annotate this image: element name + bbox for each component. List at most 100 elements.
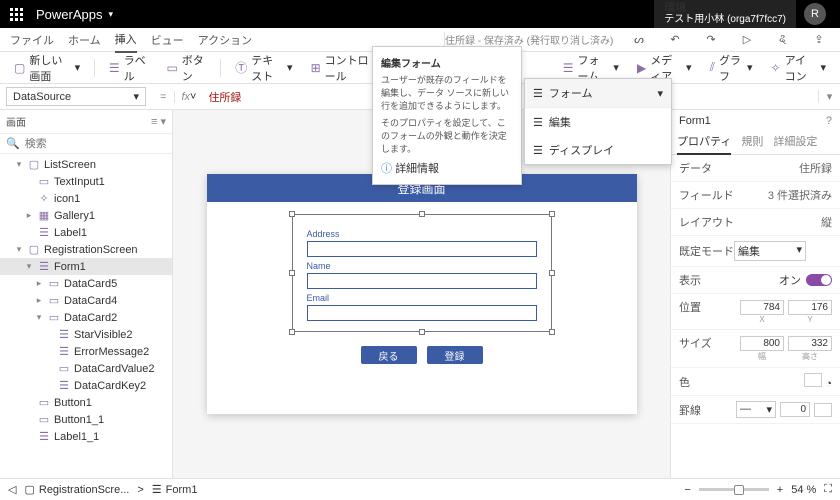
zoom-out-icon[interactable]: − [684, 484, 690, 496]
tab-rules[interactable]: 規則 [741, 129, 763, 154]
screen-icon: ▢ [24, 483, 34, 496]
color-picker-icon[interactable]: ◔ [825, 378, 832, 390]
breadcrumb-form[interactable]: ☰Form1 [152, 483, 198, 496]
tree-node-btn11[interactable]: ▭Button1_1 [0, 411, 172, 428]
tooltip-body: ユーザーが既存のフィールドを編集し、データ ソースに新しい行を追加できるようにし… [381, 74, 513, 113]
redo-icon[interactable]: ↷ [700, 33, 722, 46]
new-screen-button[interactable]: ▢新しい画面▾ [8, 50, 86, 86]
publish-icon[interactable]: ⇪ [808, 33, 830, 46]
tree-node-dck[interactable]: ☰DataCardKey2 [0, 377, 172, 394]
tree-node-label1[interactable]: ☰Label1 [0, 224, 172, 241]
app-launcher-icon[interactable] [6, 4, 26, 24]
label-button[interactable]: ☰ラベル [103, 50, 155, 86]
back-button[interactable]: 戻る [361, 346, 417, 364]
zoom-value: 54 % [791, 484, 816, 496]
chart-icon: ⫽ [710, 60, 715, 75]
dropdown-display[interactable]: ☰ディスプレイ [525, 136, 671, 164]
border-color-swatch[interactable] [814, 403, 832, 417]
field-input[interactable] [307, 273, 537, 289]
tree-node-form1[interactable]: ▾☰Form1 [0, 258, 172, 275]
pos-x-input[interactable] [740, 300, 784, 315]
field-input[interactable] [307, 305, 537, 321]
environment-picker[interactable]: 環境 テスト用小林 (orga7f7fcc7) [654, 0, 796, 28]
pos-y-input[interactable] [788, 300, 832, 315]
border-style-select[interactable]: —▾ [736, 401, 776, 418]
datacard-icon: ▭ [47, 277, 61, 290]
tree-node-icon1[interactable]: ✧icon1 [0, 190, 172, 207]
textinput-icon: ▭ [37, 175, 51, 188]
size-w-input[interactable] [740, 336, 784, 351]
app-checker-icon[interactable]: ᔕ [628, 33, 650, 46]
share-icon[interactable]: ୡ [772, 33, 794, 46]
tree-node-gallery[interactable]: ▸▦Gallery1 [0, 207, 172, 224]
label-icon: ☰ [37, 430, 51, 443]
chevron-down-icon[interactable]: ▾ [108, 9, 113, 20]
breadcrumb-screen[interactable]: ▢RegistrationScre... [24, 483, 129, 496]
tree-node-regscreen[interactable]: ▾▢RegistrationScreen [0, 241, 172, 258]
textinput-icon: ▭ [57, 362, 71, 375]
undo-icon[interactable]: ↶ [664, 33, 686, 46]
forms-dropdown: ☰フォーム▾ ☰編集 ☰ディスプレイ [524, 78, 672, 165]
tree-node-dcv[interactable]: ▭DataCardValue2 [0, 360, 172, 377]
resize-handle[interactable] [549, 211, 555, 217]
resize-handle[interactable] [419, 211, 425, 217]
tree-node-err[interactable]: ☰ErrorMessage2 [0, 343, 172, 360]
zoom-in-icon[interactable]: + [777, 484, 783, 496]
menu-file[interactable]: ファイル [10, 32, 54, 48]
prop-mode-select[interactable]: 編集▾ [734, 241, 806, 261]
button-button[interactable]: ▭ボタン [160, 50, 212, 86]
resize-handle[interactable] [289, 211, 295, 217]
avatar[interactable]: R [804, 3, 826, 25]
prop-data-value[interactable]: 住所録 [799, 160, 832, 176]
prop-layout-value[interactable]: 縦 [821, 214, 832, 230]
resize-handle[interactable] [289, 329, 295, 335]
tree-node-star[interactable]: ☰StarVisible2 [0, 326, 172, 343]
text-icon: Ⓣ [235, 59, 247, 76]
env-name: テスト用小林 (orga7f7fcc7) [664, 14, 786, 25]
button-icon: ▭ [37, 413, 51, 426]
field-input[interactable] [307, 241, 537, 257]
menu-home[interactable]: ホーム [68, 32, 101, 48]
prop-fields-value[interactable]: 3 件選択済み [768, 187, 832, 203]
resize-handle[interactable] [549, 329, 555, 335]
tab-advanced[interactable]: 詳細設定 [773, 129, 817, 154]
tree-node-btn1[interactable]: ▭Button1 [0, 394, 172, 411]
tab-properties[interactable]: プロパティ [677, 129, 731, 155]
tree-node-textinput[interactable]: ▭TextInput1 [0, 173, 172, 190]
formula-expand-icon[interactable]: ▾ [818, 90, 840, 103]
search-input[interactable] [25, 138, 167, 150]
property-selector[interactable]: DataSource▾ [6, 87, 146, 106]
prop-layout-label: レイアウト [679, 214, 734, 230]
tooltip-link[interactable]: ⓘ 詳細情報 [381, 160, 513, 176]
visible-toggle[interactable] [806, 274, 832, 286]
chart-button[interactable]: ⫽グラフ▾ [704, 50, 759, 86]
media-icon: ▶ [637, 61, 646, 75]
tree-node-dc2[interactable]: ▾▭DataCard2 [0, 309, 172, 326]
icons-button[interactable]: ✧アイコン▾ [765, 50, 832, 86]
size-h-input[interactable] [788, 336, 832, 351]
zoom-slider[interactable] [699, 488, 769, 491]
tree-node-listscreen[interactable]: ▾▢ListScreen [0, 156, 172, 173]
resize-handle[interactable] [419, 329, 425, 335]
tree-node-dc5[interactable]: ▸▭DataCard5 [0, 275, 172, 292]
border-width-input[interactable] [780, 402, 810, 417]
submit-button[interactable]: 登録 [427, 346, 483, 364]
menu-view[interactable]: ビュー [151, 32, 184, 48]
label-icon: ☰ [109, 61, 120, 75]
fit-icon[interactable]: ⛶ [824, 483, 832, 496]
menu-action[interactable]: アクション [198, 32, 252, 48]
dropdown-edit[interactable]: ☰編集 [525, 108, 671, 136]
form-selection[interactable]: Address Name Email [292, 214, 552, 332]
resize-handle[interactable] [289, 270, 295, 276]
tree-node-dc4[interactable]: ▸▭DataCard4 [0, 292, 172, 309]
field-label: Address [307, 229, 537, 239]
resize-handle[interactable] [549, 270, 555, 276]
nav-prev-icon[interactable]: ◁ [8, 483, 16, 496]
tree-options-icon[interactable]: ≡ ▾ [151, 115, 166, 128]
help-icon[interactable]: ? [826, 115, 832, 127]
play-icon[interactable]: ▷ [736, 33, 758, 46]
text-button[interactable]: Ⓣテキスト▾ [229, 50, 298, 86]
color-swatch[interactable] [804, 373, 822, 387]
tree-node-lbl11[interactable]: ☰Label1_1 [0, 428, 172, 445]
edit-form-icon: ☰ [533, 116, 543, 129]
